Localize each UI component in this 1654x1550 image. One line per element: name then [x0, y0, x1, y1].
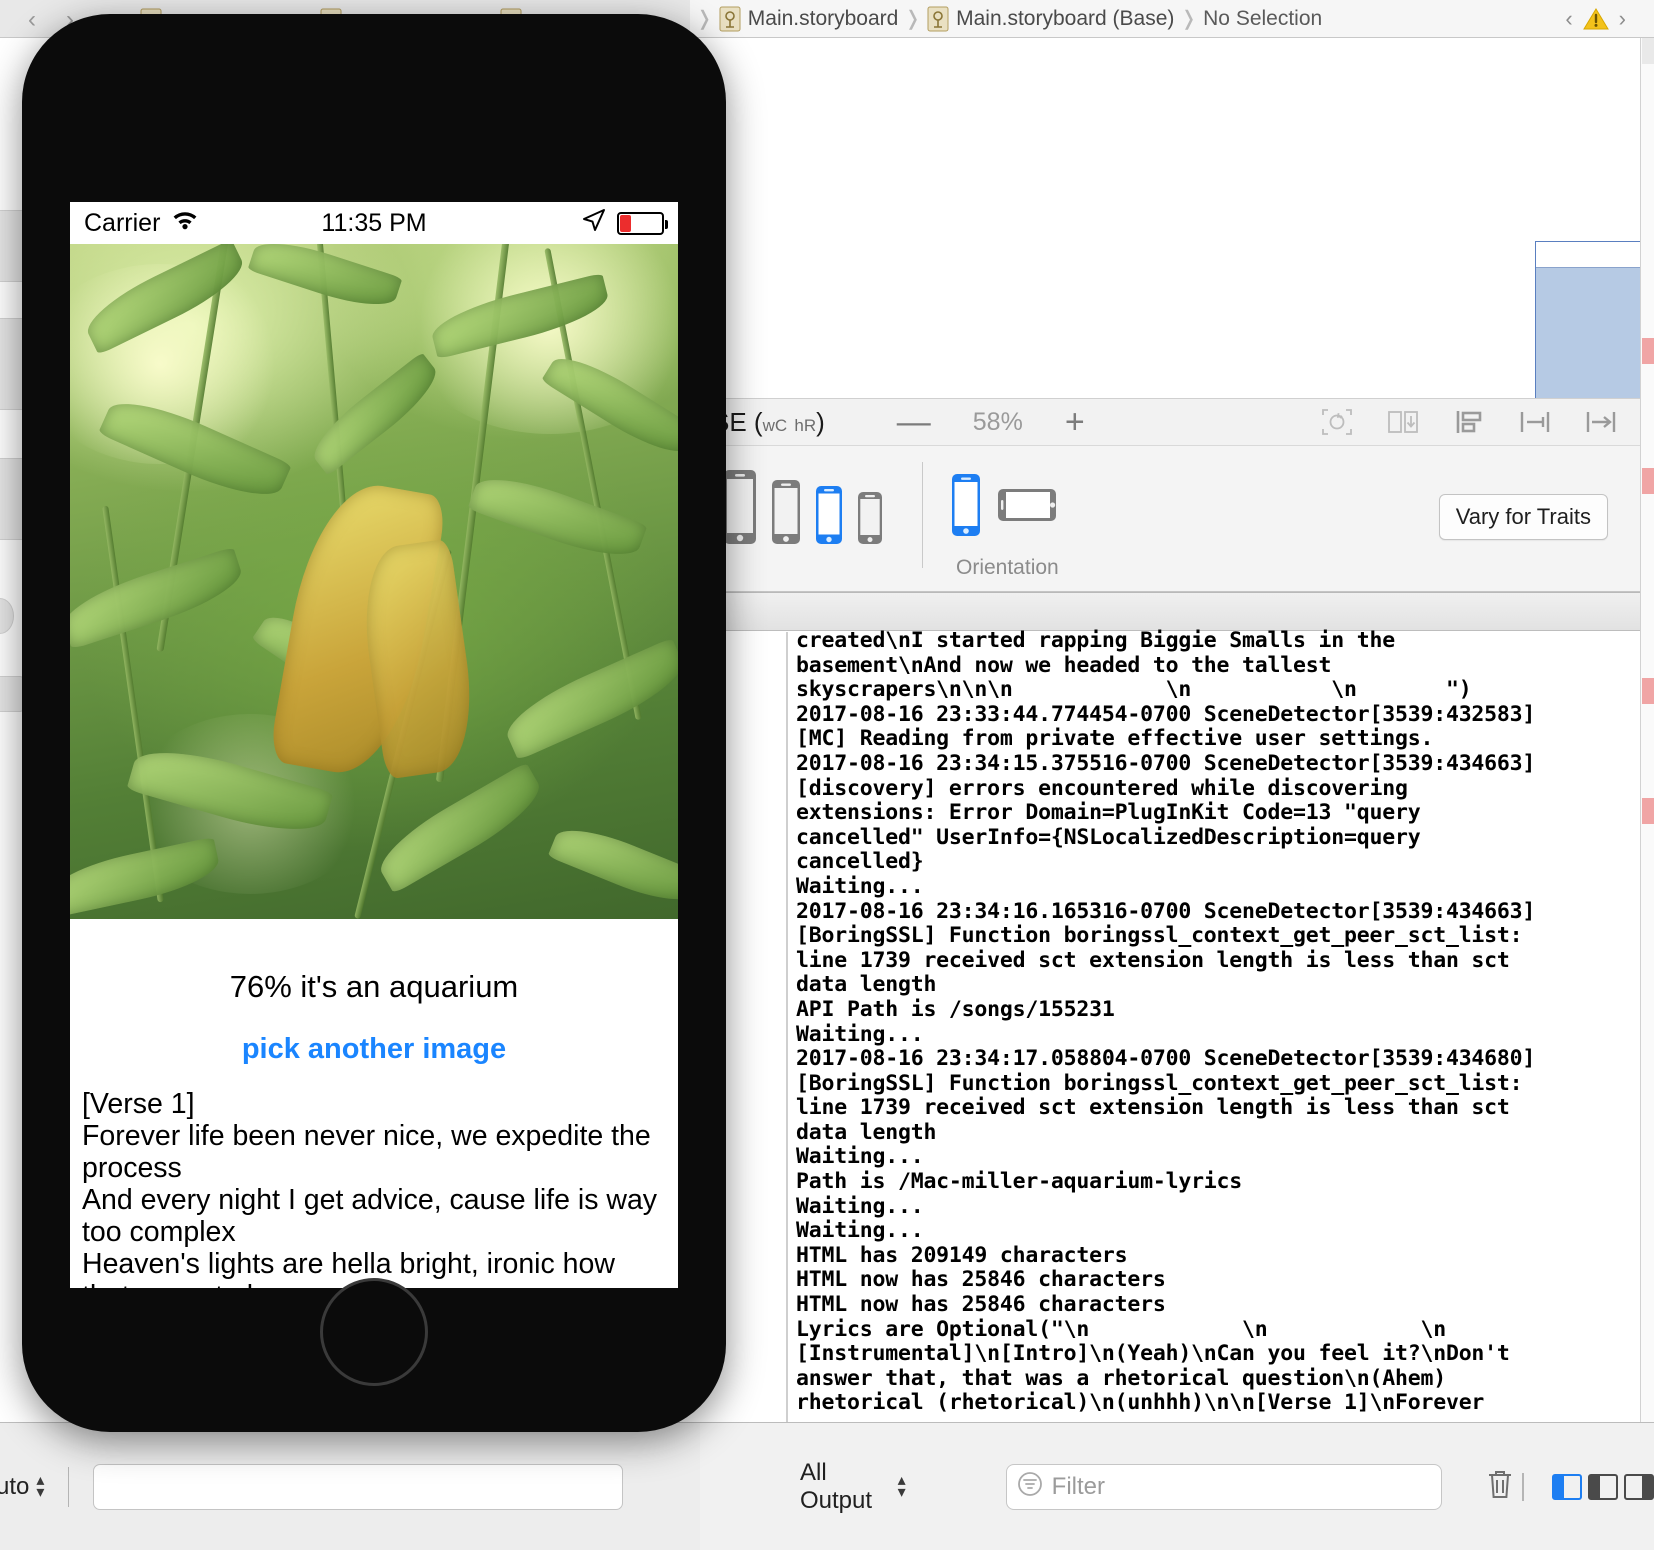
inspector-mark-3 [1642, 468, 1654, 494]
console-bottom-bar: All Output ▴ ▾ Filter [700, 1422, 1654, 1550]
inspector-edge [1640, 38, 1654, 1422]
zoom-out-button[interactable]: — [897, 403, 931, 442]
battery-low-icon [617, 211, 668, 235]
breadcrumb-label-1: Main.storyboard (Base) [956, 6, 1175, 30]
inspector-mark-4 [1642, 678, 1654, 704]
device-size-40in[interactable] [814, 484, 844, 551]
device-size-group[interactable] [722, 468, 884, 551]
ios-status-bar: Carrier 11:35 PM [70, 202, 678, 244]
navigator-auto-selector[interactable]: uto ▴ ▾ [0, 1471, 45, 1501]
console-filter-placeholder: Filter [1051, 1472, 1105, 1500]
inspector-mark-1 [1642, 38, 1654, 64]
pin-icon[interactable] [1518, 407, 1552, 437]
console-output-text: created\nI started rapping Biggie Smalls… [796, 628, 1536, 1416]
navigator-filter-field[interactable] [93, 1463, 624, 1510]
console-filter-field[interactable]: Filter [1005, 1463, 1443, 1510]
inspector-mark-2 [1642, 338, 1654, 364]
iphone-simulator[interactable]: Carrier 11:35 PM 76% it's an aquarium pi… [22, 14, 726, 1432]
breadcrumb-separator-2: ❭ [1180, 8, 1198, 30]
status-time: 11:35 PM [321, 208, 427, 237]
breadcrumb-item-1[interactable]: Main.storyboard (Base) [927, 6, 1174, 32]
pick-another-image-button[interactable]: pick another image [70, 1033, 678, 1066]
classification-result-label: 76% it's an aquarium [229, 969, 519, 1004]
orientation-caption: Orientation [956, 556, 1059, 579]
green-leaves-photo [70, 244, 678, 919]
issue-next-button[interactable]: › [1609, 6, 1636, 32]
simulator-screen[interactable]: Carrier 11:35 PM 76% it's an aquarium pi… [70, 202, 678, 1288]
interface-builder-canvas[interactable] [700, 38, 1654, 436]
console-scope-label: All Output [800, 1458, 873, 1514]
storyboard-file-icon [719, 6, 741, 32]
navigator-auto-label: uto [0, 1472, 30, 1500]
carrier-label: Carrier [84, 208, 161, 237]
view-controller-top-bar [1536, 242, 1654, 268]
landscape-icon[interactable] [996, 487, 1058, 528]
zoom-level-label: 58% [972, 407, 1023, 436]
console-scope-selector[interactable]: All Output ▴ ▾ [800, 1459, 906, 1515]
align-icon[interactable] [1452, 407, 1486, 437]
console-header [700, 593, 1654, 631]
breadcrumb-separator-0: ❭ [696, 8, 713, 30]
stepper-icon: ▴ ▾ [897, 1471, 906, 1501]
trash-icon[interactable] [1484, 1467, 1516, 1506]
breadcrumb-bar: ❭ Main.storyboard ❭ Main.storyboard (Bas… [690, 0, 1654, 38]
show-both-panes-icon[interactable] [1588, 1473, 1618, 1500]
filter-icon [1017, 1471, 1043, 1502]
debug-console-pane[interactable]: created\nI started rapping Biggie Smalls… [700, 592, 1654, 1423]
pane-toggle-group[interactable] [1552, 1473, 1654, 1500]
device-size-47in[interactable] [770, 478, 802, 551]
console-left-divider [786, 632, 788, 1423]
resolve-issues-icon[interactable] [1584, 407, 1618, 437]
show-right-pane-icon[interactable] [1624, 1473, 1654, 1500]
update-frames-icon[interactable] [1320, 407, 1354, 437]
embed-in-icon[interactable] [1386, 407, 1420, 437]
screen-root: ‹ › ❭ Main.storyboard ❭ Main.storyboard … [0, 0, 1654, 1550]
device-size-35in[interactable] [856, 490, 884, 551]
breadcrumb-label-2: No Selection [1203, 6, 1323, 30]
show-left-pane-icon[interactable] [1552, 1473, 1582, 1500]
navigator-footer-divider [68, 1466, 70, 1507]
location-arrow-icon [581, 207, 607, 240]
tab-back-chevron-icon[interactable]: ‹ [28, 6, 36, 34]
orientation-group[interactable] [950, 472, 1058, 543]
trait-width-class: wC [762, 415, 788, 435]
lyrics-text: [Verse 1] Forever life been never nice, … [82, 1088, 658, 1288]
navigator-footer: uto ▴ ▾ [0, 1422, 700, 1550]
portrait-icon[interactable] [950, 472, 982, 543]
stepper-icon: ▴ ▾ [36, 1471, 45, 1501]
devicebar-divider [922, 462, 923, 568]
wifi-icon [170, 209, 200, 238]
nav-thumb-5 [0, 676, 24, 712]
breadcrumb-separator-1: ❭ [904, 8, 922, 30]
canvas-config-bar: SE (wC hR) — 58% + [700, 398, 1640, 446]
breadcrumb-label-0: Main.storyboard [747, 6, 899, 30]
storyboard-file-icon [927, 6, 949, 32]
issue-prev-button[interactable]: ‹ [1555, 6, 1582, 32]
vary-for-traits-button[interactable]: Vary for Traits [1438, 494, 1608, 540]
trait-height-class: hR [794, 415, 817, 435]
home-button[interactable] [320, 1278, 428, 1386]
device-size-55in[interactable] [722, 468, 758, 551]
inspector-mark-5 [1642, 798, 1654, 824]
breadcrumb-item-0[interactable]: Main.storyboard [719, 6, 899, 32]
bottombar-divider [1522, 1472, 1524, 1501]
trait-variation-label: SE (wC hR) [712, 407, 825, 438]
zoom-in-button[interactable]: + [1065, 403, 1085, 442]
device-variation-bar: Orientation Vary for Traits [700, 446, 1640, 592]
warning-triangle-icon[interactable] [1582, 7, 1609, 31]
trait-close-paren: ) [816, 406, 825, 437]
nav-thumb-4 [0, 598, 14, 634]
